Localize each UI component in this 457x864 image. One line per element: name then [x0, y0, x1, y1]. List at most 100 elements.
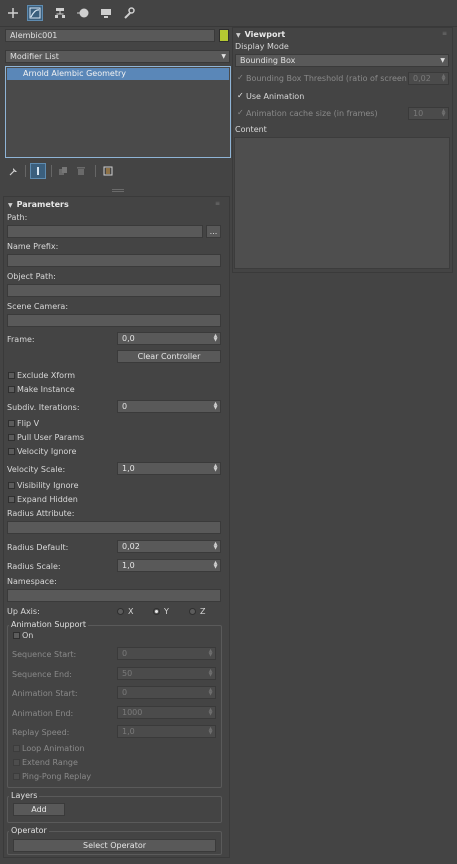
expand-hidden-checkbox[interactable] — [8, 496, 15, 503]
modifier-list-dropdown[interactable]: Modifier List ▼ — [5, 50, 230, 63]
display-mode-dropdown[interactable]: Bounding Box ▼ — [235, 54, 449, 67]
frame-spinner[interactable]: 0,0 ▲ ▼ — [117, 332, 221, 345]
animation-end-spinner[interactable]: 1000 ▲ ▼ — [117, 706, 216, 719]
motion-icon[interactable] — [75, 5, 91, 21]
browse-path-button[interactable]: ... — [206, 225, 221, 238]
layers-title: Layers — [9, 791, 40, 800]
display-mode-value: Bounding Box — [240, 56, 296, 65]
spinner-arrows-icon[interactable]: ▲ ▼ — [208, 688, 213, 697]
make-unique-icon[interactable] — [55, 163, 71, 179]
visibility-ignore-checkbox[interactable] — [8, 482, 15, 489]
namespace-input[interactable] — [7, 589, 221, 602]
exclude-xform-checkbox[interactable] — [8, 372, 15, 379]
sequence-end-value: 50 — [122, 669, 133, 678]
up-axis-x-label: X — [128, 607, 134, 616]
scene-camera-input[interactable] — [7, 314, 221, 327]
path-input[interactable] — [7, 225, 203, 238]
replay-speed-label: Replay Speed: — [12, 728, 70, 737]
ping-pong-replay-checkbox[interactable] — [13, 773, 20, 780]
display-icon[interactable] — [98, 5, 114, 21]
stack-item-label: Arnold Alembic Geometry — [23, 69, 126, 78]
stack-item[interactable]: Arnold Alembic Geometry — [7, 68, 229, 80]
bbox-threshold-spinner[interactable]: 0,02 ▲ ▼ — [408, 72, 449, 85]
operator-title: Operator — [9, 826, 49, 835]
viewport-title: Viewport — [244, 30, 286, 39]
make-instance-checkbox[interactable] — [8, 386, 15, 393]
animation-start-value: 0 — [122, 688, 128, 697]
utilities-icon[interactable] — [121, 5, 137, 21]
up-axis-x-radio[interactable] — [117, 608, 124, 615]
animation-on-checkbox[interactable] — [13, 632, 20, 639]
check-mark-icon[interactable]: ✓ — [237, 91, 244, 100]
configure-modifier-sets-icon[interactable] — [100, 163, 116, 179]
sequence-end-label: Sequence End: — [12, 670, 72, 679]
use-animation-label: Use Animation — [246, 92, 305, 101]
spinner-arrows-icon[interactable]: ▲ ▼ — [208, 727, 213, 736]
object-color-swatch[interactable] — [219, 29, 229, 42]
pin-stack-icon[interactable] — [6, 163, 22, 179]
rollout-grip-icon: ≡ — [442, 30, 448, 37]
pull-user-params-checkbox[interactable] — [8, 434, 15, 441]
object-path-input[interactable] — [7, 284, 221, 297]
animation-support-title: Animation Support — [9, 620, 88, 629]
hierarchy-icon[interactable] — [52, 5, 68, 21]
create-icon[interactable] — [5, 5, 21, 21]
velocity-scale-spinner[interactable]: 1,0 ▲ ▼ — [117, 462, 221, 475]
add-layer-button[interactable]: Add — [13, 803, 65, 816]
spinner-arrows-icon[interactable]: ▲ ▼ — [213, 542, 218, 551]
spinner-arrows-icon[interactable]: ▲ ▼ — [441, 74, 446, 83]
content-list[interactable] — [234, 137, 450, 269]
cache-size-spinner[interactable]: 10 ▲ ▼ — [408, 107, 449, 120]
cache-size-label: Animation cache size (in frames) — [246, 109, 378, 118]
radius-scale-spinner[interactable]: 1,0 ▲ ▼ — [117, 559, 221, 572]
modify-icon[interactable] — [27, 5, 43, 21]
object-path-label: Object Path: — [7, 272, 56, 281]
cache-size-value: 10 — [413, 109, 424, 118]
loop-animation-checkbox[interactable] — [13, 745, 20, 752]
object-name-field[interactable]: Alembic001 — [5, 29, 215, 42]
check-mark-icon[interactable]: ✓ — [237, 108, 244, 117]
extend-range-checkbox[interactable] — [13, 759, 20, 766]
modifier-list-label: Modifier List — [10, 52, 59, 61]
subdiv-iterations-label: Subdiv. Iterations: — [7, 403, 80, 412]
panel-splitter[interactable] — [112, 189, 124, 192]
chevron-down-icon: ▼ — [221, 53, 226, 60]
animation-start-spinner[interactable]: 0 ▲ ▼ — [117, 686, 216, 699]
check-mark-icon[interactable]: ✓ — [237, 73, 244, 82]
viewport-header[interactable]: ▼ Viewport — [236, 30, 285, 39]
spinner-arrows-icon[interactable]: ▲ ▼ — [208, 708, 213, 717]
toolbar-divider — [25, 165, 26, 177]
name-prefix-input[interactable] — [7, 254, 221, 267]
velocity-ignore-label: Velocity Ignore — [17, 447, 77, 456]
velocity-scale-label: Velocity Scale: — [7, 465, 66, 474]
sequence-start-spinner[interactable]: 0 ▲ ▼ — [117, 647, 216, 660]
radius-default-spinner[interactable]: 0,02 ▲ ▼ — [117, 540, 221, 553]
content-label: Content — [235, 125, 267, 134]
spinner-arrows-icon[interactable]: ▲ ▼ — [213, 334, 218, 343]
remove-modifier-icon[interactable] — [73, 163, 89, 179]
flip-v-checkbox[interactable] — [8, 420, 15, 427]
velocity-scale-value: 1,0 — [122, 464, 135, 473]
clear-controller-button[interactable]: Clear Controller — [117, 350, 221, 363]
spinner-arrows-icon[interactable]: ▲ ▼ — [213, 561, 218, 570]
velocity-ignore-checkbox[interactable] — [8, 448, 15, 455]
radius-scale-value: 1,0 — [122, 561, 135, 570]
up-axis-y-radio[interactable] — [153, 608, 160, 615]
sequence-end-spinner[interactable]: 50 ▲ ▼ — [117, 667, 216, 680]
select-operator-button[interactable]: Select Operator — [13, 839, 216, 852]
replay-speed-spinner[interactable]: 1,0 ▲ ▼ — [117, 725, 216, 738]
bbox-threshold-label: Bounding Box Threshold (ratio of screen … — [246, 74, 429, 83]
parameters-header[interactable]: ▼ Parameters — [8, 200, 69, 209]
spinner-arrows-icon[interactable]: ▲ ▼ — [441, 109, 446, 118]
spinner-arrows-icon[interactable]: ▲ ▼ — [213, 402, 218, 411]
spinner-arrows-icon[interactable]: ▲ ▼ — [208, 649, 213, 658]
subdiv-iterations-spinner[interactable]: 0 ▲ ▼ — [117, 400, 221, 413]
radius-attribute-input[interactable] — [7, 521, 221, 534]
spinner-arrows-icon[interactable]: ▲ ▼ — [213, 464, 218, 473]
spinner-arrows-icon[interactable]: ▲ ▼ — [208, 669, 213, 678]
animation-on-label: On — [22, 631, 34, 640]
toolbar-divider — [95, 165, 96, 177]
toolbar-divider — [51, 165, 52, 177]
up-axis-z-radio[interactable] — [189, 608, 196, 615]
show-end-result-icon[interactable] — [30, 163, 46, 179]
